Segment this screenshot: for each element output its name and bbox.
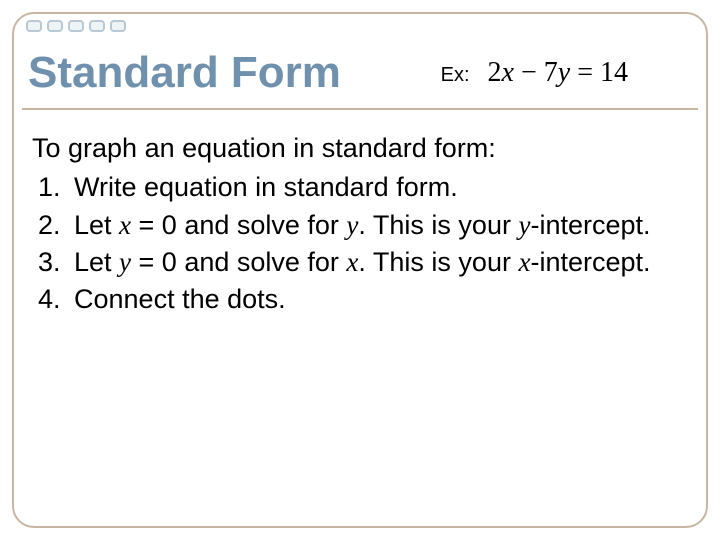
header-divider bbox=[22, 108, 698, 110]
intro-text: To graph an equation in standard form: bbox=[32, 130, 688, 167]
step-item: Let y = 0 and solve for x. This is your … bbox=[68, 244, 688, 281]
example-block: Ex: 2x − 7y = 14 bbox=[441, 57, 628, 89]
steps-list: Write equation in standard form. Let x =… bbox=[32, 169, 688, 318]
step-item: Let x = 0 and solve for y. This is your … bbox=[68, 207, 688, 244]
step-item: Connect the dots. bbox=[68, 281, 688, 318]
content-body: To graph an equation in standard form: W… bbox=[32, 130, 688, 318]
step-item: Write equation in standard form. bbox=[68, 169, 688, 206]
example-equation: 2x − 7y = 14 bbox=[488, 57, 628, 89]
example-label: Ex: bbox=[441, 64, 470, 87]
header-row: Standard Form Ex: 2x − 7y = 14 bbox=[22, 30, 698, 98]
slide-title: Standard Form bbox=[28, 48, 341, 98]
